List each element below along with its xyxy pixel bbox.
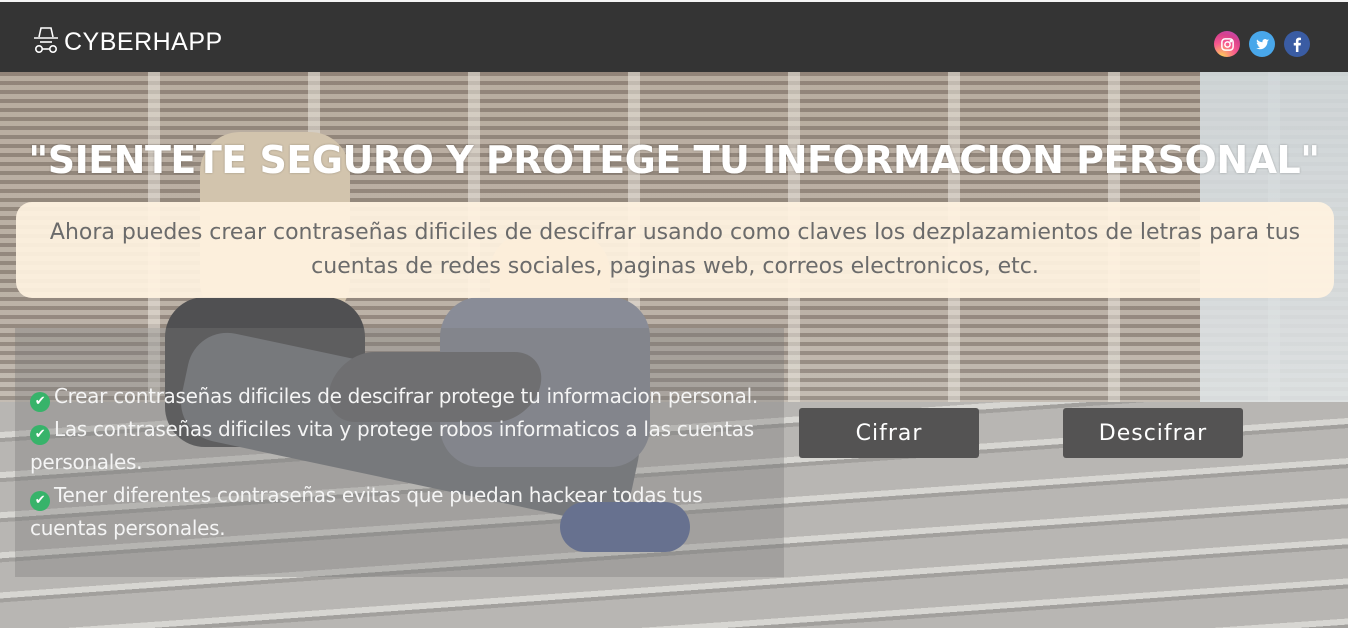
feature-text: Crear contraseñas dificiles de descifrar…	[54, 384, 758, 408]
hacker-incognito-icon	[30, 24, 62, 60]
twitter-icon[interactable]	[1249, 31, 1275, 57]
page-title: "SIENTETE SEGURO Y PROTEGE TU INFORMACIO…	[28, 138, 1320, 182]
instagram-icon[interactable]	[1214, 31, 1240, 57]
feature-text: Tener diferentes contraseñas evitas que …	[30, 483, 703, 540]
intro-banner: Ahora puedes crear contraseñas dificiles…	[16, 202, 1334, 298]
social-links	[1214, 31, 1310, 57]
intro-text: Ahora puedes crear contraseñas dificiles…	[49, 220, 1301, 279]
facebook-icon[interactable]	[1284, 31, 1310, 57]
features-panel: ✔ Crear contraseñas dificiles de descifra…	[15, 328, 784, 577]
feature-text: Las contraseñas dificiles vita y protege…	[30, 417, 754, 474]
descifrar-button[interactable]: Descifrar	[1063, 408, 1243, 458]
feature-item: ✔ Crear contraseñas dificiles de descifra…	[30, 380, 769, 413]
brand-name: CYBERHAPP	[64, 28, 223, 56]
navbar: CYBERHAPP	[0, 2, 1348, 72]
check-circle-icon: ✔	[30, 491, 50, 511]
check-circle-icon: ✔	[30, 392, 50, 412]
cifrar-button[interactable]: Cifrar	[799, 408, 979, 458]
brand-logo[interactable]: CYBERHAPP	[30, 24, 223, 60]
feature-item: ✔ Las contraseñas dificiles vita y proteg…	[30, 413, 769, 479]
feature-item: ✔ Tener diferentes contraseñas evitas que…	[30, 479, 769, 545]
check-circle-icon: ✔	[30, 425, 50, 445]
hero-section: "SIENTETE SEGURO Y PROTEGE TU INFORMACIO…	[0, 72, 1348, 628]
